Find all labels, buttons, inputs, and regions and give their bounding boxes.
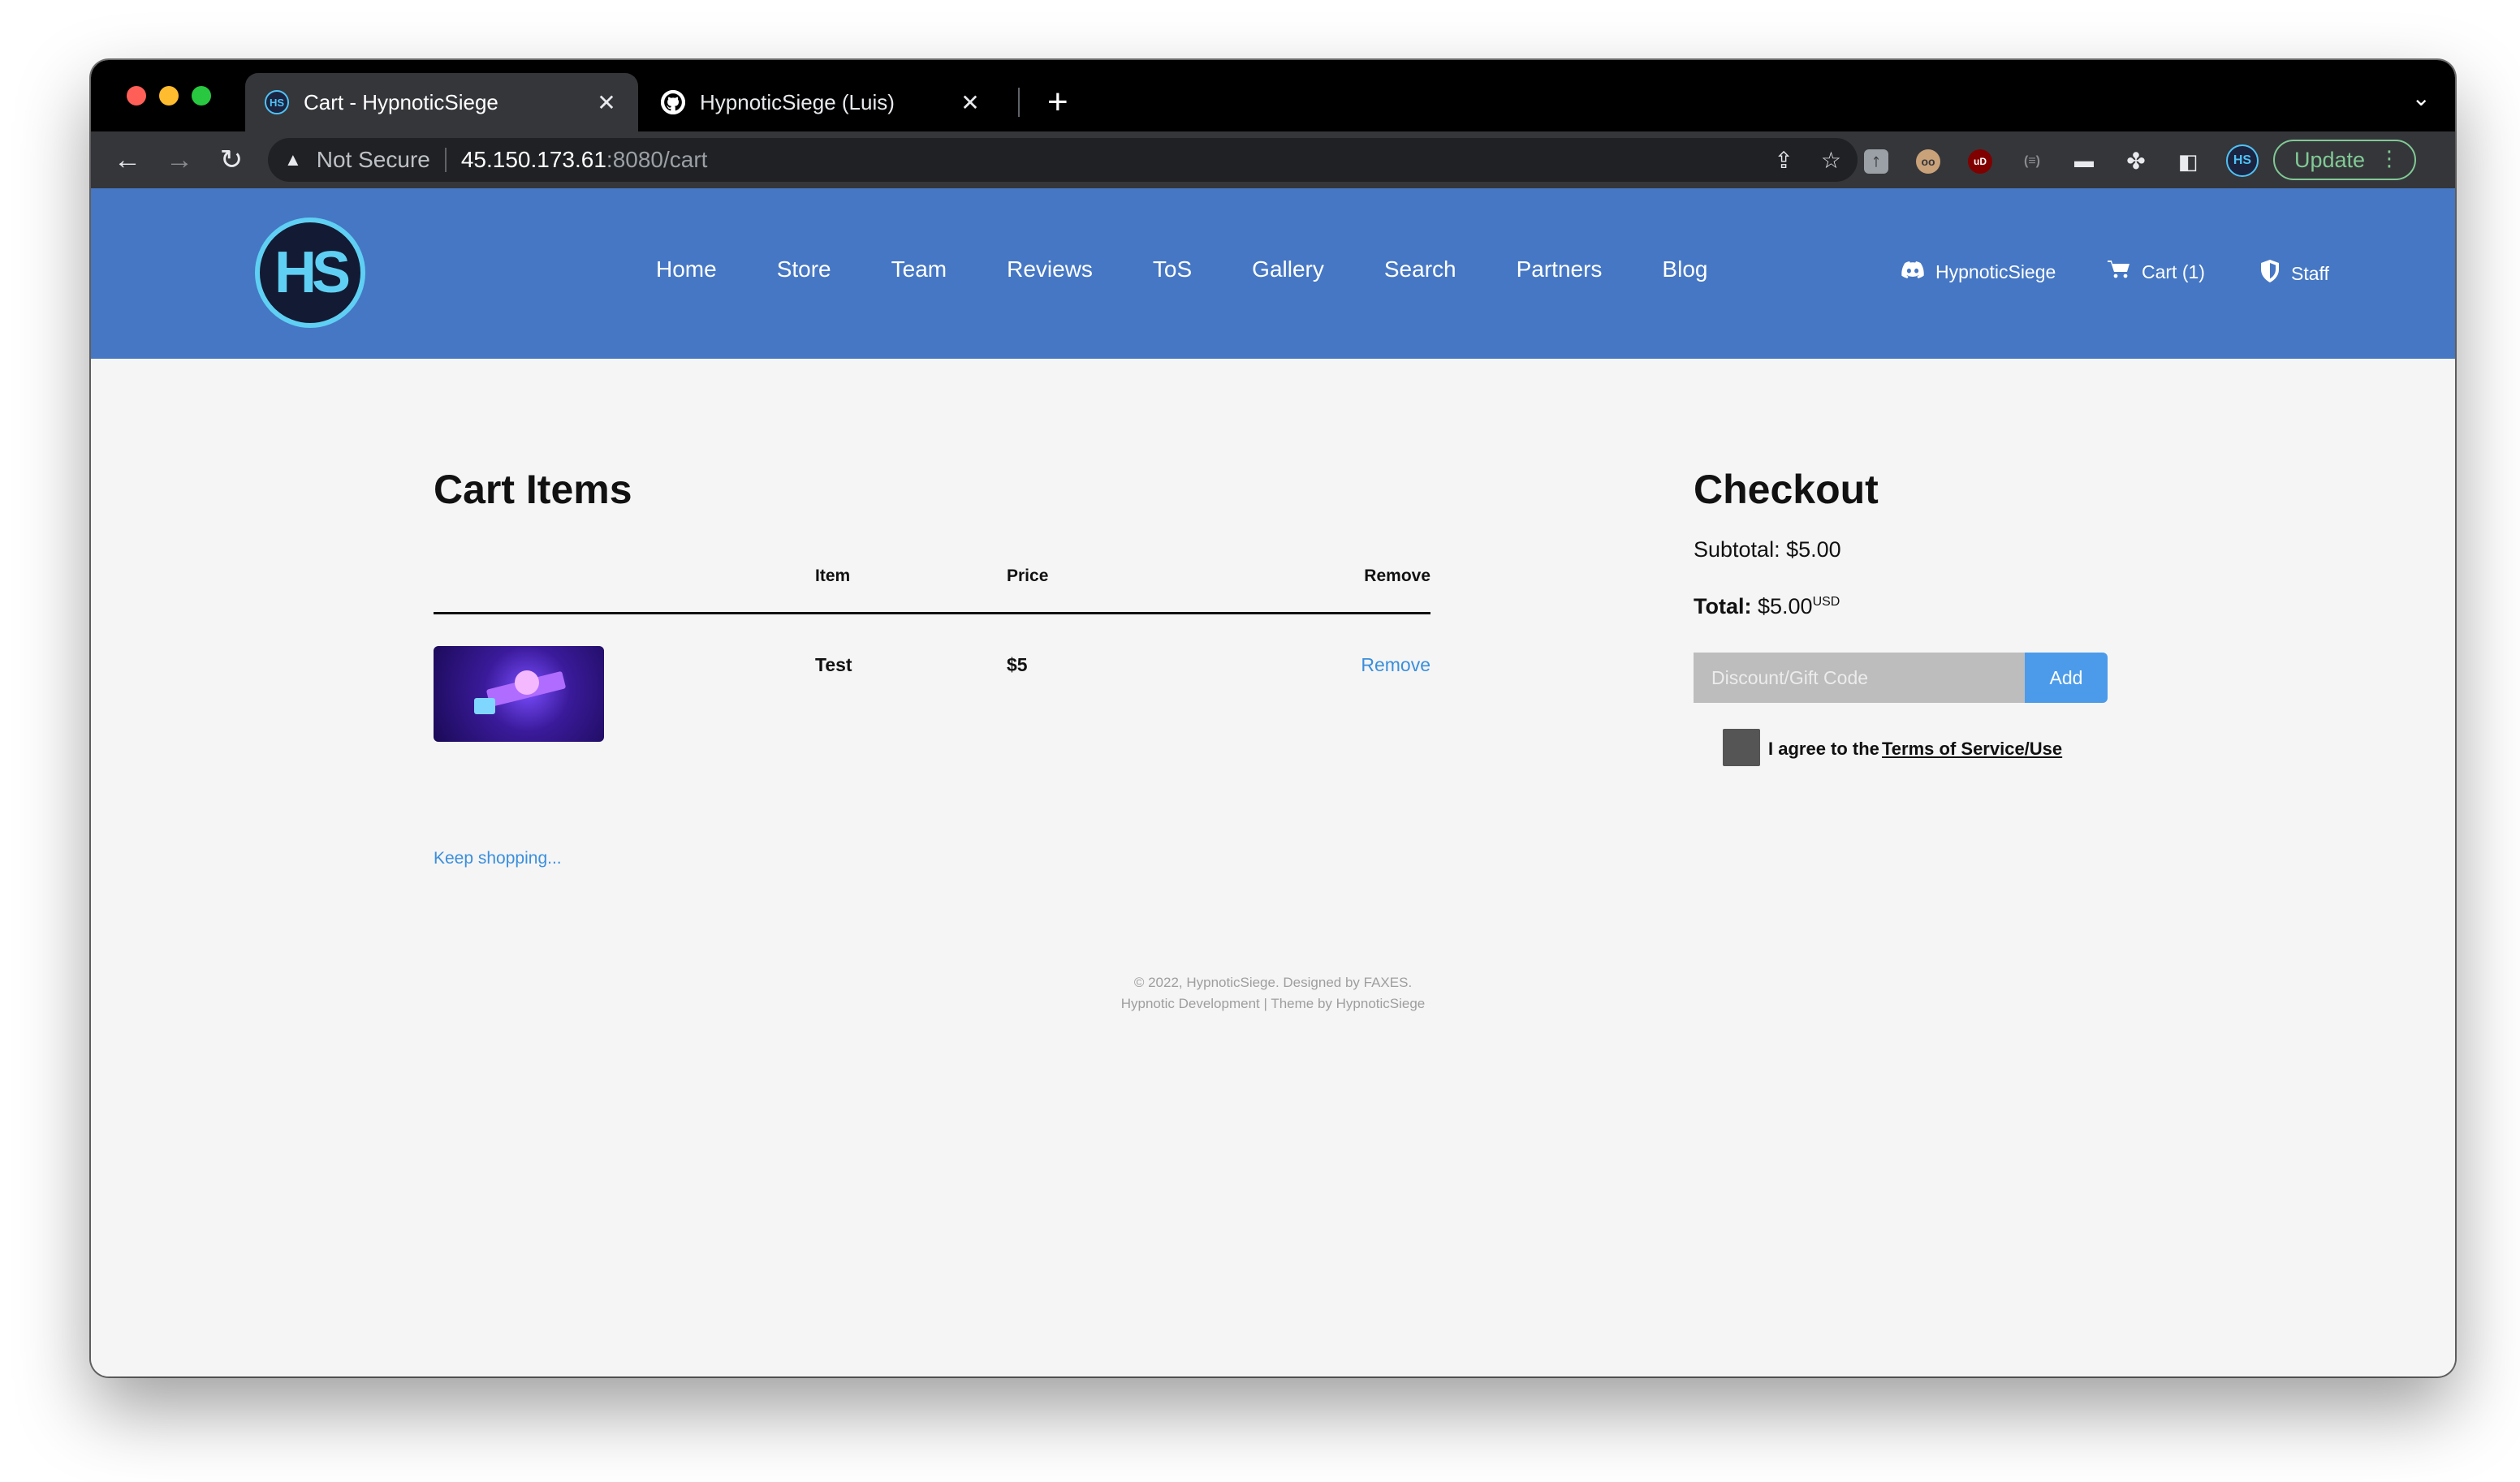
subtotal-value: $5.00 — [1786, 537, 1841, 562]
address-actions: ⇪ ☆ — [1774, 138, 1841, 182]
close-window-button[interactable] — [127, 86, 146, 106]
nav-gallery[interactable]: Gallery — [1252, 256, 1324, 282]
hypnoticsiege-logo-icon: HS — [265, 90, 289, 114]
tab-title: HypnoticSiege (Luis) — [700, 89, 895, 114]
cart-label: Cart (1) — [2142, 261, 2205, 282]
total-label: Total: — [1694, 594, 1752, 618]
nav-home[interactable]: Home — [656, 256, 717, 282]
discord-label: HypnoticSiege — [1935, 261, 2056, 282]
close-tab-icon[interactable]: ✕ — [594, 89, 619, 116]
minimize-window-button[interactable] — [159, 86, 179, 106]
back-arrow-icon[interactable]: ← — [109, 141, 146, 179]
discount-code-input[interactable] — [1694, 653, 2025, 703]
site-header: HS Home Store Team Reviews ToS Gallery S… — [91, 188, 2455, 359]
security-label[interactable]: Not Secure — [317, 147, 430, 173]
maximize-window-button[interactable] — [192, 86, 211, 106]
close-tab-icon[interactable]: ✕ — [958, 89, 982, 116]
nav-partners[interactable]: Partners — [1517, 256, 1603, 282]
table-header-divider — [434, 612, 1430, 614]
github-icon — [661, 90, 685, 114]
browser-titlebar: HS Cart - HypnoticSiege ✕ HypnoticSiege … — [91, 60, 2455, 131]
reload-icon[interactable]: ↻ — [213, 141, 250, 179]
url-path[interactable]: :8080/cart — [606, 147, 708, 173]
satellite-body-shape — [515, 670, 539, 695]
share-icon[interactable]: ⇪ — [1774, 147, 1793, 174]
column-header-item: Item — [815, 567, 851, 585]
kebab-menu-icon: ⋮ — [2379, 146, 2400, 170]
bookmark-star-icon[interactable]: ☆ — [1821, 147, 1841, 174]
terms-checkbox[interactable] — [1723, 729, 1760, 766]
site-logo[interactable]: HS — [255, 218, 365, 328]
main-nav: Home Store Team Reviews ToS Gallery Sear… — [656, 256, 1767, 282]
extension-icon[interactable]: ▬ — [2072, 149, 2096, 174]
cart-item-price: $5 — [1007, 654, 1028, 675]
subtotal-line: Subtotal: $5.00 — [1694, 537, 1841, 562]
browser-window: HS Cart - HypnoticSiege ✕ HypnoticSiege … — [91, 60, 2455, 1376]
cart-item-name: Test — [815, 654, 852, 675]
nav-search[interactable]: Search — [1384, 256, 1456, 282]
total-line: Total: $5.00USD — [1694, 594, 1840, 619]
discord-icon — [1901, 260, 1924, 285]
cart-title: Cart Items — [434, 467, 632, 512]
owl-extension-icon[interactable]: oo — [1916, 149, 1940, 174]
column-header-price: Price — [1007, 567, 1049, 585]
checkout-title: Checkout — [1694, 467, 1879, 512]
cart-link[interactable]: Cart (1) — [2108, 260, 2205, 285]
ublock-icon[interactable]: uD — [1968, 149, 1992, 174]
warning-triangle-icon[interactable]: ▲ — [284, 149, 302, 170]
discord-link[interactable]: HypnoticSiege — [1901, 260, 2056, 285]
footer: © 2022, HypnoticSiege. Designed by FAXES… — [91, 972, 2455, 1015]
url-host[interactable]: 45.150.173.61 — [461, 147, 606, 173]
keep-shopping-link[interactable]: Keep shopping... — [434, 849, 562, 868]
tab-title: Cart - HypnoticSiege — [304, 89, 498, 114]
tab-github[interactable]: HypnoticSiege (Luis) ✕ — [641, 73, 1002, 131]
forward-arrow-icon[interactable]: → — [161, 141, 198, 179]
nav-team[interactable]: Team — [891, 256, 947, 282]
nav-reviews[interactable]: Reviews — [1007, 256, 1093, 282]
satellite-cube-shape — [474, 698, 495, 714]
sidebar-icon[interactable]: ◧ — [2176, 149, 2200, 174]
browser-toolbar: ← → ↻ ▲ Not Secure 45.150.173.61 :8080/c… — [91, 131, 2455, 188]
subtotal-label: Subtotal: — [1694, 537, 1780, 562]
profile-avatar[interactable]: HS — [2226, 144, 2259, 177]
terms-agree-label: I agree to the — [1768, 739, 1879, 759]
update-button[interactable]: Update ⋮ — [2273, 140, 2416, 180]
new-tab-button[interactable]: + — [1047, 80, 1068, 125]
product-thumbnail[interactable] — [434, 646, 604, 742]
tab-divider — [1018, 88, 1020, 117]
cart-icon — [2108, 260, 2130, 285]
staff-label: Staff — [2291, 263, 2329, 284]
currency-label: USD — [1812, 595, 1840, 609]
address-divider — [444, 148, 447, 172]
extension-icon[interactable]: (≡) — [2020, 149, 2044, 174]
nav-tos[interactable]: ToS — [1153, 256, 1192, 282]
footer-credits: Hypnotic Development | Theme by Hypnotic… — [1120, 996, 1426, 1011]
footer-copyright: © 2022, HypnoticSiege. Designed by FAXES… — [1133, 975, 1413, 990]
tab-search-chevron-icon[interactable]: ⌄ — [2412, 84, 2431, 111]
add-discount-button[interactable]: Add — [2025, 653, 2108, 703]
total-value: $5.00 — [1758, 594, 1813, 618]
column-header-remove: Remove — [1364, 567, 1430, 585]
nav-store[interactable]: Store — [777, 256, 831, 282]
terms-of-service-link[interactable]: Terms of Service/Use — [1882, 739, 2062, 760]
nav-blog[interactable]: Blog — [1662, 256, 1707, 282]
extension-icon[interactable]: ᛏ — [1864, 149, 1888, 174]
address-bar[interactable]: ▲ Not Secure 45.150.173.61 :8080/cart ⇪ … — [268, 138, 1858, 182]
tab-cart[interactable]: HS Cart - HypnoticSiege ✕ — [245, 73, 638, 131]
puzzle-icon[interactable]: ✤ — [2124, 149, 2148, 174]
update-label: Update — [2294, 147, 2366, 172]
page-content: Cart Items Item Price Remove Test $5 Rem… — [91, 359, 2455, 1376]
shield-icon — [2260, 260, 2280, 288]
remove-item-link[interactable]: Remove — [1273, 654, 1430, 676]
staff-link[interactable]: Staff — [2260, 260, 2329, 288]
